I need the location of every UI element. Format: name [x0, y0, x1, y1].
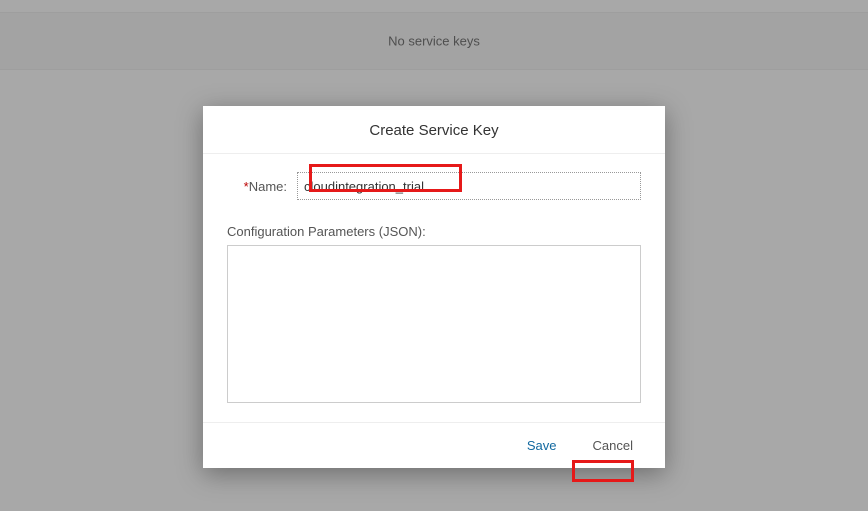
config-params-label: Configuration Parameters (JSON): [227, 224, 641, 239]
cancel-button[interactable]: Cancel [581, 433, 645, 458]
dialog-footer: Save Cancel [203, 422, 665, 468]
name-row: *Name: [227, 172, 641, 200]
dialog-title: Create Service Key [203, 106, 665, 154]
config-params-textarea[interactable] [227, 245, 641, 403]
save-button[interactable]: Save [515, 433, 569, 458]
name-label-text: Name: [249, 179, 287, 194]
name-input[interactable] [300, 177, 470, 196]
dialog-body: *Name: Configuration Parameters (JSON): [203, 154, 665, 422]
name-input-container[interactable] [297, 172, 641, 200]
name-label: *Name: [227, 179, 287, 194]
create-service-key-dialog: Create Service Key *Name: Configuration … [203, 106, 665, 468]
